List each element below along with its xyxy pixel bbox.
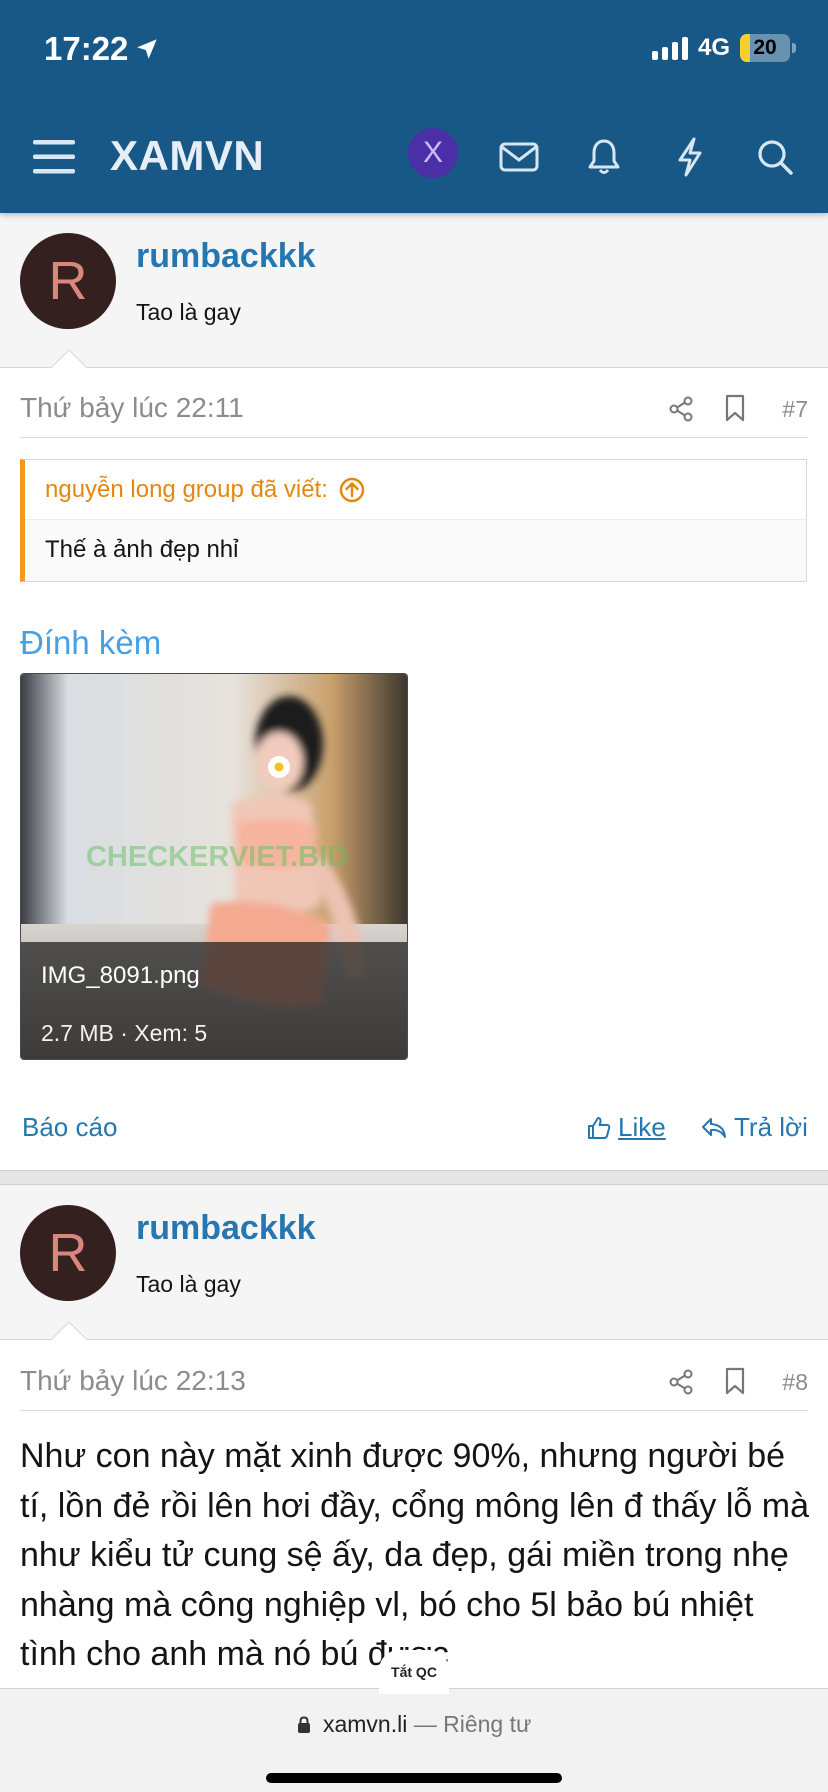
user-header-notch — [50, 1321, 88, 1341]
signal-bars-icon — [652, 36, 688, 60]
menu-button[interactable] — [24, 112, 84, 202]
lightning-icon — [678, 137, 702, 177]
url-text: xamvn.li — [322, 1711, 408, 1737]
lock-icon — [297, 1716, 310, 1733]
menu-icon — [33, 140, 75, 174]
hide-ads-tab[interactable]: Tắt QC — [379, 1650, 449, 1694]
bookmark-icon[interactable] — [724, 1367, 746, 1395]
user-title: Tao là gay — [136, 1271, 241, 1297]
avatar[interactable]: R — [20, 233, 116, 329]
username[interactable]: rumbackkk — [136, 1209, 316, 1248]
share-icon[interactable] — [668, 1369, 694, 1395]
post-number[interactable]: #7 — [782, 396, 808, 423]
bookmark-icon[interactable] — [724, 394, 746, 422]
like-button[interactable]: Like — [586, 1112, 666, 1143]
search-button[interactable] — [745, 112, 805, 202]
battery-percent: 20 — [753, 36, 777, 59]
watermark-text: CHECKERVIET.BID — [86, 841, 348, 873]
report-link[interactable]: Báo cáo — [22, 1112, 117, 1143]
search-icon — [758, 140, 793, 175]
post-7-meta: Thứ bảy lúc 22:11 #7 — [20, 382, 808, 438]
attachments-heading: Đính kèm — [20, 624, 162, 661]
share-icon[interactable] — [668, 396, 694, 422]
battery-tip — [792, 43, 796, 53]
post-body-text: Như con này mặt xinh được 90%, nhưng ngư… — [20, 1437, 810, 1673]
reply-button[interactable]: Trả lời — [700, 1112, 808, 1143]
username[interactable]: rumbackkk — [136, 237, 316, 276]
quote-block: nguyễn long group đã viết: Thế à ảnh đẹp… — [20, 459, 807, 582]
url-separator: — — [413, 1711, 437, 1737]
user-header-notch — [50, 349, 88, 369]
like-label: Like — [618, 1112, 666, 1142]
arrow-up-circle-icon[interactable] — [338, 476, 366, 504]
attachment-caption: IMG_8091.png 2.7 MB · Xem: 5 — [21, 942, 407, 1059]
quote-author[interactable]: nguyễn long group đã viết: — [45, 476, 328, 504]
status-bar: 17:22 4G 20 — [0, 0, 828, 100]
post-date[interactable]: Thứ bảy lúc 22:11 — [20, 392, 244, 424]
reply-label: Trả lời — [734, 1112, 808, 1142]
bell-icon — [588, 139, 620, 174]
network-type: 4G — [698, 34, 731, 61]
address-bar[interactable]: xamvn.li — Riêng tư — [0, 1711, 828, 1738]
reply-icon — [702, 1117, 726, 1138]
quote-text: Thế à ảnh đẹp nhỉ — [45, 536, 239, 563]
attachment-filename: IMG_8091.png — [41, 962, 200, 989]
attachment-thumbnail[interactable]: CHECKERVIET.BID IMG_8091.png 2.7 MB · Xe… — [20, 673, 408, 1060]
alerts-button[interactable] — [574, 112, 634, 202]
post-number[interactable]: #8 — [782, 1369, 808, 1396]
battery-icon: 20 — [740, 34, 790, 62]
browser-bottom-bar: xamvn.li — Riêng tư — [0, 1688, 828, 1792]
avatar[interactable]: R — [20, 1205, 116, 1301]
post-8-user-header: R rumbackkk Tao là gay — [0, 1185, 828, 1340]
post-7-actions: Báo cáo Like Trả lời — [20, 1108, 808, 1148]
home-indicator[interactable] — [266, 1773, 562, 1783]
thumbs-up-icon — [588, 1116, 611, 1139]
post-7-user-header: R rumbackkk Tao là gay — [0, 213, 828, 368]
private-mode-label: Riêng tư — [443, 1711, 532, 1737]
location-arrow-icon — [137, 39, 157, 59]
inbox-button[interactable] — [489, 112, 549, 202]
post-8-meta: Thứ bảy lúc 22:13 #8 — [20, 1355, 808, 1411]
top-app-bar: 17:22 4G 20 XAMVN — [0, 0, 828, 213]
quote-header[interactable]: nguyễn long group đã viết: — [25, 460, 806, 520]
attachment-meta: 2.7 MB · Xem: 5 — [41, 1020, 208, 1046]
status-time: 17:22 — [44, 30, 129, 67]
mail-icon — [499, 142, 539, 172]
site-title[interactable]: XAMVN — [110, 132, 264, 180]
user-title: Tao là gay — [136, 299, 241, 325]
whats-new-button[interactable] — [660, 112, 720, 202]
user-avatar[interactable]: X — [408, 128, 458, 178]
post-divider — [0, 1170, 828, 1185]
post-date[interactable]: Thứ bảy lúc 22:13 — [20, 1365, 246, 1397]
